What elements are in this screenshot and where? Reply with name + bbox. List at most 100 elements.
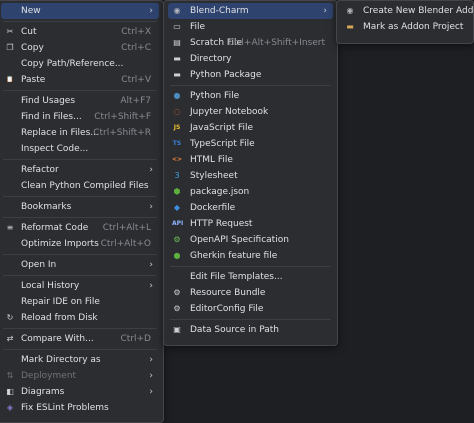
menu-item-mark-as-addon-project[interactable]: ▬ Mark as Addon Project bbox=[341, 19, 469, 35]
menu-item-javascript-file[interactable]: JS JavaScript File bbox=[168, 120, 333, 136]
menu-item-deployment: ⇅ Deployment › bbox=[1, 368, 159, 384]
chevron-right-icon: › bbox=[149, 281, 153, 291]
menu-separator bbox=[170, 266, 331, 267]
menu-item-jupyter-notebook[interactable]: ◌ Jupyter Notebook bbox=[168, 104, 333, 120]
menu-item-refactor[interactable]: Refactor › bbox=[1, 162, 159, 178]
reformat-icon: ≡ bbox=[6, 223, 14, 232]
menu-item-paste[interactable]: 📋 Paste Ctrl+V bbox=[1, 72, 159, 88]
menu-item-typescript-file[interactable]: TS TypeScript File bbox=[168, 136, 333, 152]
menu-item-compare-with[interactable]: ⇄ Compare With... Ctrl+D bbox=[1, 331, 159, 347]
menu-item-label: Inspect Code... bbox=[21, 144, 89, 154]
menu-item-gherkin-feature-file[interactable]: ● Gherkin feature file bbox=[168, 248, 333, 264]
menu-item-label: Clean Python Compiled Files bbox=[21, 181, 149, 191]
menu-item-optimize-imports[interactable]: Optimize Imports Ctrl+Alt+O bbox=[1, 236, 159, 252]
python-file-icon: ● bbox=[173, 91, 181, 100]
menu-separator bbox=[3, 21, 157, 22]
menu-item-python-file[interactable]: ● Python File bbox=[168, 88, 333, 104]
menu-item-dockerfile[interactable]: ◆ Dockerfile bbox=[168, 200, 333, 216]
menu-item-label: Gherkin feature file bbox=[190, 251, 278, 261]
menu-separator bbox=[3, 196, 157, 197]
resource-bundle-icon: ⚙ bbox=[173, 288, 181, 297]
menu-item-label: Compare With... bbox=[21, 334, 94, 344]
typescript-icon: TS bbox=[172, 140, 182, 147]
menu-item-label: Repair IDE on File bbox=[21, 297, 100, 307]
menu-item-scratch-file[interactable]: ▤ Scratch File Ctrl+Alt+Shift+Insert bbox=[168, 35, 333, 51]
menu-item-label: Refactor bbox=[21, 165, 59, 175]
deployment-icon: ⇅ bbox=[6, 371, 14, 380]
menu-separator bbox=[3, 275, 157, 276]
menu-item-label: package.json bbox=[190, 187, 250, 197]
menu-item-cut[interactable]: ✂ Cut Ctrl+X bbox=[1, 24, 159, 40]
menu-item-repair-ide-on-file[interactable]: Repair IDE on File bbox=[1, 294, 159, 310]
menu-item-label: Copy Path/Reference... bbox=[21, 59, 124, 69]
menu-item-label: Diagrams bbox=[21, 387, 65, 397]
menu-item-label: Optimize Imports bbox=[21, 239, 99, 249]
paste-icon: 📋 bbox=[6, 76, 14, 83]
menu-separator bbox=[3, 349, 157, 350]
python-package-icon: ▬ bbox=[173, 70, 181, 79]
menu-separator bbox=[170, 319, 331, 320]
menu-item-stylesheet[interactable]: 3 Stylesheet bbox=[168, 168, 333, 184]
menu-item-copy[interactable]: ❐ Copy Ctrl+C bbox=[1, 40, 159, 56]
gherkin-icon: ● bbox=[173, 251, 181, 260]
menu-item-label: Jupyter Notebook bbox=[190, 107, 269, 117]
menu-item-data-source-in-path[interactable]: ▣ Data Source in Path bbox=[168, 322, 333, 338]
menu-item-label: Resource Bundle bbox=[190, 288, 266, 298]
menu-item-new[interactable]: New › bbox=[1, 3, 159, 19]
menu-item-find-in-files[interactable]: Find in Files... Ctrl+Shift+F bbox=[1, 109, 159, 125]
menu-item-label: Reload from Disk bbox=[21, 313, 98, 323]
menu-item-clean-python-compiled-files[interactable]: Clean Python Compiled Files bbox=[1, 178, 159, 194]
blender-icon: ◉ bbox=[173, 6, 181, 15]
chevron-right-icon: › bbox=[149, 165, 153, 175]
menu-item-label: Edit File Templates... bbox=[190, 272, 283, 282]
menu-item-diagrams[interactable]: ◧ Diagrams › bbox=[1, 384, 159, 400]
menu-item-open-in[interactable]: Open In › bbox=[1, 257, 159, 273]
compare-icon: ⇄ bbox=[6, 334, 14, 343]
menu-item-mark-directory-as[interactable]: Mark Directory as › bbox=[1, 352, 159, 368]
openapi-icon: ⚙ bbox=[173, 235, 181, 244]
menu-item-package-json[interactable]: ⬢ package.json bbox=[168, 184, 333, 200]
menu-item-resource-bundle[interactable]: ⚙ Resource Bundle bbox=[168, 285, 333, 301]
menu-item-label: Reformat Code bbox=[21, 223, 89, 233]
menu-item-http-request[interactable]: API HTTP Request bbox=[168, 216, 333, 232]
menu-item-label: Deployment bbox=[21, 371, 77, 381]
menu-item-label: Paste bbox=[21, 75, 46, 85]
menu-item-reload-from-disk[interactable]: ↻ Reload from Disk bbox=[1, 310, 159, 326]
menu-item-reformat-code[interactable]: ≡ Reformat Code Ctrl+Alt+L bbox=[1, 220, 159, 236]
menu-item-directory[interactable]: ▬ Directory bbox=[168, 51, 333, 67]
menu-item-bookmarks[interactable]: Bookmarks › bbox=[1, 199, 159, 215]
blend-charm-submenu: ◉ Create New Blender Addon ▬ Mark as Addon … bbox=[336, 0, 474, 44]
chevron-right-icon: › bbox=[149, 202, 153, 212]
menu-separator bbox=[3, 217, 157, 218]
new-submenu: ◉ Blend-Charm › ▭ File ▤ Scratch File Ctrl+Alt+… bbox=[163, 0, 338, 346]
menu-item-fix-eslint-problems[interactable]: ◈ Fix ESLint Problems bbox=[1, 400, 159, 416]
menu-item-openapi-specification[interactable]: ⚙ OpenAPI Specification bbox=[168, 232, 333, 248]
menu-item-find-usages[interactable]: Find Usages Alt+F7 bbox=[1, 93, 159, 109]
menu-item-html-file[interactable]: <> HTML File bbox=[168, 152, 333, 168]
menu-item-label: Find Usages bbox=[21, 96, 76, 106]
menu-item-label: Fix ESLint Problems bbox=[21, 403, 109, 413]
html-icon: <> bbox=[172, 156, 183, 163]
menu-item-python-package[interactable]: ▬ Python Package bbox=[168, 67, 333, 83]
jupyter-icon: ◌ bbox=[173, 107, 181, 116]
menu-item-label: HTTP Request bbox=[190, 219, 253, 229]
menu-item-label: OpenAPI Specification bbox=[190, 235, 289, 245]
menu-item-replace-in-files[interactable]: Replace in Files... Ctrl+Shift+R bbox=[1, 125, 159, 141]
scratch-file-icon: ▤ bbox=[173, 38, 181, 47]
menu-item-editorconfig-file[interactable]: ⚙ EditorConfig File bbox=[168, 301, 333, 317]
menu-item-create-new-blender-addon[interactable]: ◉ Create New Blender Addon bbox=[341, 3, 474, 19]
menu-item-copy-path-reference[interactable]: Copy Path/Reference... bbox=[1, 56, 159, 72]
database-icon: ▣ bbox=[173, 325, 181, 334]
menu-item-local-history[interactable]: Local History › bbox=[1, 278, 159, 294]
menu-item-inspect-code[interactable]: Inspect Code... bbox=[1, 141, 159, 157]
menu-item-shortcut: Ctrl+Alt+Shift+Insert bbox=[227, 38, 325, 48]
menu-item-shortcut: Ctrl+Alt+L bbox=[102, 223, 151, 233]
menu-item-shortcut: Ctrl+X bbox=[121, 27, 151, 37]
menu-item-file[interactable]: ▭ File bbox=[168, 19, 333, 35]
menu-item-label: Mark Directory as bbox=[21, 355, 101, 365]
menu-item-edit-file-templates[interactable]: Edit File Templates... bbox=[168, 269, 333, 285]
css-icon: 3 bbox=[174, 171, 180, 180]
menu-item-label: Cut bbox=[21, 27, 37, 37]
menu-item-blend-charm[interactable]: ◉ Blend-Charm › bbox=[168, 3, 333, 19]
menu-item-shortcut: Ctrl+Shift+F bbox=[94, 112, 151, 122]
